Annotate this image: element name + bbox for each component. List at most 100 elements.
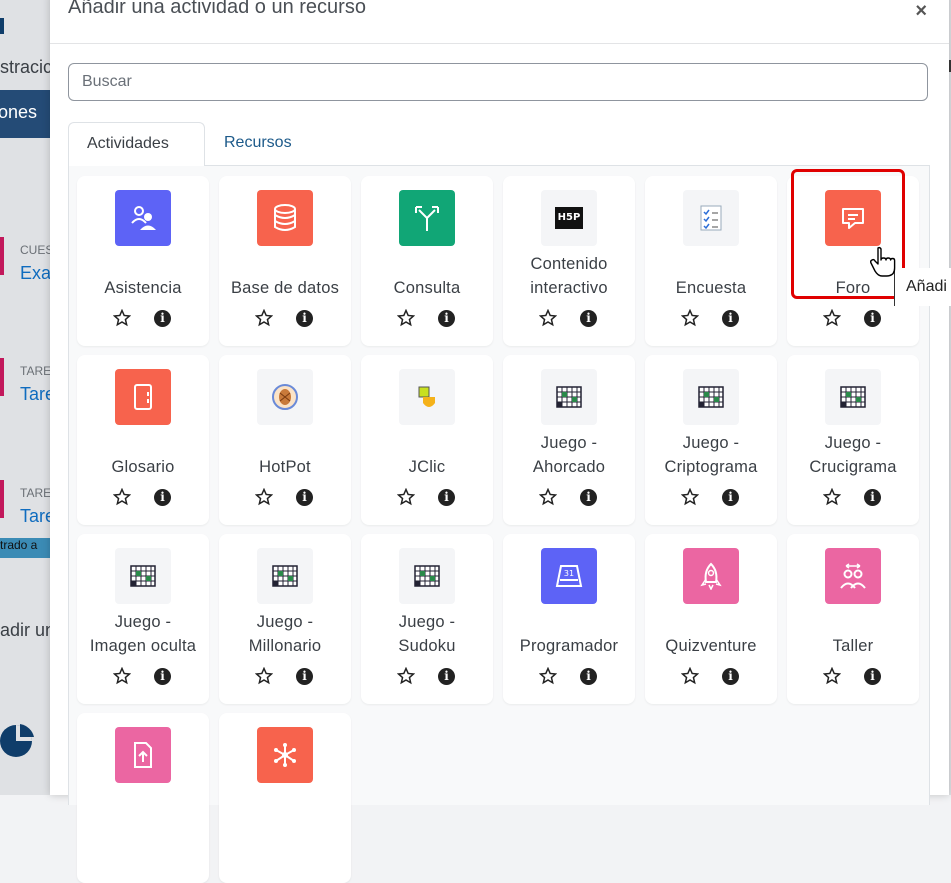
close-button[interactable]: ×	[915, 0, 927, 23]
star-icon[interactable]	[539, 309, 557, 327]
modal-title: Añadir una actividad o un recurso	[68, 0, 366, 18]
activity-name: Glosario	[111, 458, 175, 476]
activity-card-programador[interactable]: 31 Programador i	[503, 534, 635, 704]
activity-card-juego-sudoku[interactable]: Juego - Sudoku i	[361, 534, 493, 704]
tab-divider	[205, 165, 930, 166]
activity-name: JClic	[408, 458, 446, 476]
star-icon[interactable]	[539, 667, 557, 685]
star-icon[interactable]	[113, 309, 131, 327]
activity-name-line: Imagen oculta	[89, 637, 197, 655]
star-icon[interactable]	[255, 488, 273, 506]
info-icon[interactable]: i	[580, 668, 597, 685]
jclic-icon	[399, 369, 455, 425]
activity-card-taller[interactable]: Taller i	[787, 534, 919, 704]
activity-card-juego-criptograma[interactable]: Juego - Criptograma i	[645, 355, 777, 525]
activity-card-asistencia[interactable]: Asistencia i	[77, 176, 209, 346]
bg-restriction-strip: trado a	[0, 538, 52, 558]
info-icon[interactable]: i	[154, 310, 171, 327]
bg-activity-marker	[0, 358, 4, 396]
activity-card-base-de-datos[interactable]: Base de datos i	[219, 176, 351, 346]
star-icon[interactable]	[681, 667, 699, 685]
star-icon[interactable]	[823, 309, 841, 327]
choice-icon	[399, 190, 455, 246]
activity-name: Base de datos	[230, 279, 340, 297]
attendance-icon	[115, 190, 171, 246]
activity-card-wiki[interactable]	[219, 713, 351, 883]
info-icon[interactable]: i	[580, 489, 597, 506]
star-icon[interactable]	[397, 309, 415, 327]
star-icon[interactable]	[113, 488, 131, 506]
info-icon[interactable]: i	[864, 489, 881, 506]
activity-card-jclic[interactable]: JClic i	[361, 355, 493, 525]
bg-nav-label: ones	[0, 102, 38, 122]
bg-restriction-text: trado a	[0, 538, 38, 552]
info-icon[interactable]: i	[722, 489, 739, 506]
star-icon[interactable]	[397, 488, 415, 506]
star-icon[interactable]	[255, 667, 273, 685]
h5p-icon: H5P	[541, 190, 597, 246]
game-icon	[825, 369, 881, 425]
star-icon[interactable]	[823, 667, 841, 685]
database-icon	[257, 190, 313, 246]
wiki-icon	[257, 727, 313, 783]
bg-activity-type: TARE	[20, 486, 52, 500]
rocket-icon	[683, 548, 739, 604]
star-icon[interactable]	[397, 667, 415, 685]
activity-name-line: Ahorcado	[532, 458, 606, 476]
info-icon[interactable]: i	[296, 668, 313, 685]
search-input[interactable]	[68, 63, 928, 101]
activity-name: Juego - Sudoku	[361, 610, 493, 658]
activity-name-line: Juego -	[540, 434, 598, 452]
bg-nav-bar[interactable]: ones	[0, 90, 52, 138]
activity-card-juego-imagen-oculta[interactable]: Juego - Imagen oculta i	[77, 534, 209, 704]
star-icon[interactable]	[255, 309, 273, 327]
svg-text:31: 31	[564, 569, 574, 578]
highlight-box	[791, 169, 905, 299]
info-icon[interactable]: i	[722, 310, 739, 327]
scheduler-icon: 31	[541, 548, 597, 604]
tab-resources[interactable]: Recursos	[206, 122, 310, 166]
info-icon[interactable]: i	[154, 668, 171, 685]
star-icon[interactable]	[823, 488, 841, 506]
activity-card-juego-ahorcado[interactable]: Juego - Ahorcado i	[503, 355, 635, 525]
bg-add-link[interactable]: adir un	[0, 620, 55, 641]
activity-card-hotpot[interactable]: HotPot i	[219, 355, 351, 525]
info-icon[interactable]: i	[864, 668, 881, 685]
activity-name: Juego - Ahorcado	[503, 431, 635, 479]
activity-name: Consulta	[393, 279, 461, 297]
bg-activity-type: TARE	[20, 364, 52, 378]
star-icon[interactable]	[113, 667, 131, 685]
activity-card-glosario[interactable]: Glosario i	[77, 355, 209, 525]
activity-name: Juego - Millonario	[219, 610, 351, 658]
info-icon[interactable]: i	[296, 310, 313, 327]
activity-name-line: Millonario	[248, 637, 322, 655]
info-icon[interactable]: i	[864, 310, 881, 327]
activity-card-juego-millonario[interactable]: Juego - Millonario i	[219, 534, 351, 704]
bg-activity-link[interactable]: Exa	[20, 263, 51, 284]
hotpot-icon	[257, 369, 313, 425]
bg-activity-marker	[0, 237, 4, 275]
activity-card-juego-crucigrama[interactable]: Juego - Crucigrama i	[787, 355, 919, 525]
activity-name-line: Sudoku	[398, 637, 456, 655]
header-divider	[50, 43, 949, 44]
info-icon[interactable]: i	[722, 668, 739, 685]
activity-card-encuesta[interactable]: Encuesta i	[645, 176, 777, 346]
info-icon[interactable]: i	[438, 668, 455, 685]
activity-card-quizventure[interactable]: Quizventure i	[645, 534, 777, 704]
activity-card-consulta[interactable]: Consulta i	[361, 176, 493, 346]
info-icon[interactable]: i	[438, 489, 455, 506]
info-icon[interactable]: i	[438, 310, 455, 327]
star-icon[interactable]	[539, 488, 557, 506]
activity-name-line: Juego -	[114, 613, 172, 631]
info-icon[interactable]: i	[296, 489, 313, 506]
game-icon	[399, 548, 455, 604]
star-icon[interactable]	[681, 309, 699, 327]
game-icon	[683, 369, 739, 425]
activity-card-contenido-interactivo[interactable]: H5P Contenido interactivo i	[503, 176, 635, 346]
info-icon[interactable]: i	[580, 310, 597, 327]
info-icon[interactable]: i	[154, 489, 171, 506]
tab-activities[interactable]: Actividades	[68, 122, 205, 166]
star-icon[interactable]	[681, 488, 699, 506]
activity-name-line: interactivo	[530, 279, 608, 297]
activity-card-tarea[interactable]	[77, 713, 209, 883]
